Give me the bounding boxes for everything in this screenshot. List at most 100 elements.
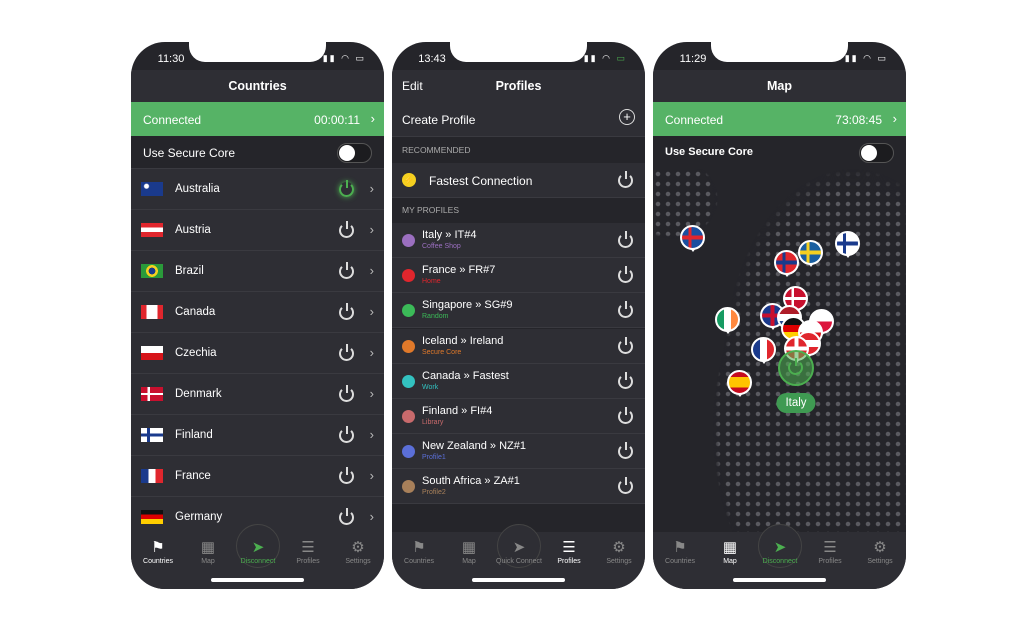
fastest-connection-row[interactable]: ⚡ Fastest Connection xyxy=(392,163,645,198)
profile-name: Work xyxy=(422,383,439,391)
tab-profiles[interactable]: ☰ Profiles xyxy=(805,538,855,565)
connection-timer: 73:08:45 xyxy=(835,113,882,127)
tab-countries[interactable]: ⚑ Countries xyxy=(655,538,705,565)
secure-core-toggle[interactable] xyxy=(859,143,894,163)
tab-label: Profiles xyxy=(557,558,581,565)
power-icon[interactable] xyxy=(618,231,633,248)
profile-color-dot xyxy=(402,304,415,318)
chevron-right-icon[interactable]: › xyxy=(370,181,374,196)
profile-country: New Zealand xyxy=(422,440,487,453)
power-icon[interactable] xyxy=(339,344,354,361)
power-icon[interactable] xyxy=(339,303,354,320)
selected-country-label[interactable]: Italy xyxy=(776,393,816,413)
profile-row[interactable]: Italy » IT#4 Coffee Shop xyxy=(392,223,645,258)
gear-icon: ⚙ xyxy=(873,539,887,556)
profile-server: ZA#1 xyxy=(493,475,520,488)
profile-row[interactable]: Singapore » SG#9 Random xyxy=(392,293,645,329)
map-icon: ▦ xyxy=(200,539,216,556)
tab-settings[interactable]: ⚙ Settings xyxy=(855,538,905,565)
country-row[interactable]: Finland › xyxy=(131,415,384,456)
tab-countries[interactable]: ⚑ Countries xyxy=(394,538,444,565)
double-chevron-icon: » xyxy=(461,405,468,417)
map-pin-fi[interactable] xyxy=(835,231,860,258)
tab-profiles[interactable]: ☰ Profiles xyxy=(544,538,594,565)
map-pin-se[interactable] xyxy=(798,240,823,267)
power-icon[interactable] xyxy=(618,371,633,389)
profiles-icon: ☰ xyxy=(823,539,837,556)
country-row[interactable]: Austria › xyxy=(131,210,384,251)
map-pin-ie[interactable] xyxy=(715,307,740,334)
chevron-right-icon[interactable]: › xyxy=(370,386,374,401)
profile-color-dot xyxy=(402,269,415,283)
power-icon[interactable] xyxy=(618,407,633,424)
map-pin-no[interactable] xyxy=(774,250,799,277)
map-pin-fr[interactable] xyxy=(751,337,776,364)
power-icon[interactable] xyxy=(618,336,633,354)
map-pin-is[interactable] xyxy=(680,225,705,252)
power-icon[interactable] xyxy=(339,385,354,402)
tab-map[interactable]: ▦ Map xyxy=(705,538,755,565)
tab-disconnect[interactable]: ➤ Disconnect xyxy=(755,538,805,565)
profile-country: France xyxy=(422,264,457,277)
profile-row[interactable]: Finland » FI#4 Library xyxy=(392,399,645,434)
profile-server: IT#4 xyxy=(454,229,477,241)
power-icon[interactable] xyxy=(339,180,354,197)
country-name: Germany xyxy=(175,511,223,523)
power-icon[interactable] xyxy=(618,301,633,319)
chevron-right-icon[interactable]: › xyxy=(370,222,374,237)
secure-core-label: Use Secure Core xyxy=(143,146,236,160)
double-chevron-icon: » xyxy=(484,475,491,488)
tab-quick-connect[interactable]: ➤ Quick Connect xyxy=(494,538,544,565)
connection-bar[interactable]: Connected 73:08:45 › xyxy=(653,102,906,136)
power-icon[interactable] xyxy=(618,442,633,460)
quick-connect-icon: ➤ xyxy=(251,539,265,556)
power-icon[interactable] xyxy=(339,221,354,238)
country-row[interactable]: Brazil › xyxy=(131,251,384,292)
map-pin-connected[interactable] xyxy=(778,350,814,386)
country-row[interactable]: Canada › xyxy=(131,292,384,333)
profile-row[interactable]: Canada » Fastest Work xyxy=(392,363,645,399)
chevron-right-icon[interactable]: › xyxy=(370,263,374,278)
power-icon[interactable] xyxy=(339,467,354,484)
tab-label: Countries xyxy=(143,558,173,565)
profile-country: Canada xyxy=(422,369,461,382)
phone-profiles: Edit Profiles 13:43 ▮▮ ◠ ▭ Create Profile… xyxy=(392,42,645,589)
profile-row[interactable]: South Africa » ZA#1 Profile2 xyxy=(392,469,645,505)
tab-label: Settings xyxy=(606,558,632,565)
power-icon[interactable] xyxy=(339,262,354,279)
flag-icon: ⚑ xyxy=(673,539,687,556)
chevron-right-icon[interactable]: › xyxy=(370,345,374,360)
tab-disconnect[interactable]: ➤ Disconnect xyxy=(233,538,283,565)
country-name: Czechia xyxy=(175,347,217,359)
chevron-right-icon[interactable]: › xyxy=(370,427,374,442)
power-icon[interactable] xyxy=(339,508,354,525)
chevron-right-icon[interactable]: › xyxy=(370,468,374,483)
power-icon[interactable] xyxy=(618,266,633,284)
chevron-right-icon[interactable]: › xyxy=(370,304,374,319)
country-row[interactable]: Denmark › xyxy=(131,374,384,415)
tab-countries[interactable]: ⚑ Countries xyxy=(133,538,183,565)
create-profile-button[interactable]: Create Profile + xyxy=(392,102,645,137)
power-icon[interactable] xyxy=(339,426,354,443)
country-row[interactable]: Czechia › xyxy=(131,333,384,374)
profile-row[interactable]: France » FR#7 Home xyxy=(392,258,645,294)
tab-map[interactable]: ▦ Map xyxy=(444,538,494,565)
tab-map[interactable]: ▦ Map xyxy=(183,538,233,565)
flag-de-icon xyxy=(141,510,163,524)
power-icon[interactable] xyxy=(618,477,633,495)
chevron-right-icon[interactable]: › xyxy=(370,509,374,524)
tab-profiles[interactable]: ☰ Profiles xyxy=(283,538,333,565)
profile-row[interactable]: Iceland » Ireland Secure Core xyxy=(392,328,645,364)
tab-settings[interactable]: ⚙ Settings xyxy=(333,538,383,565)
tab-settings[interactable]: ⚙ Settings xyxy=(594,538,644,565)
map-pin-es[interactable] xyxy=(727,370,752,397)
connection-bar[interactable]: Connected 00:00:11 › xyxy=(131,102,384,136)
secure-core-toggle[interactable] xyxy=(337,143,372,163)
status-time: 11:30 xyxy=(157,53,185,65)
country-row[interactable]: Australia › xyxy=(131,169,384,210)
profile-row[interactable]: New Zealand » NZ#1 Profile1 xyxy=(392,434,645,470)
country-row[interactable]: France › xyxy=(131,456,384,497)
profile-server: NZ#1 xyxy=(499,440,526,453)
tab-label: Map xyxy=(462,558,476,565)
power-icon[interactable] xyxy=(618,171,633,188)
